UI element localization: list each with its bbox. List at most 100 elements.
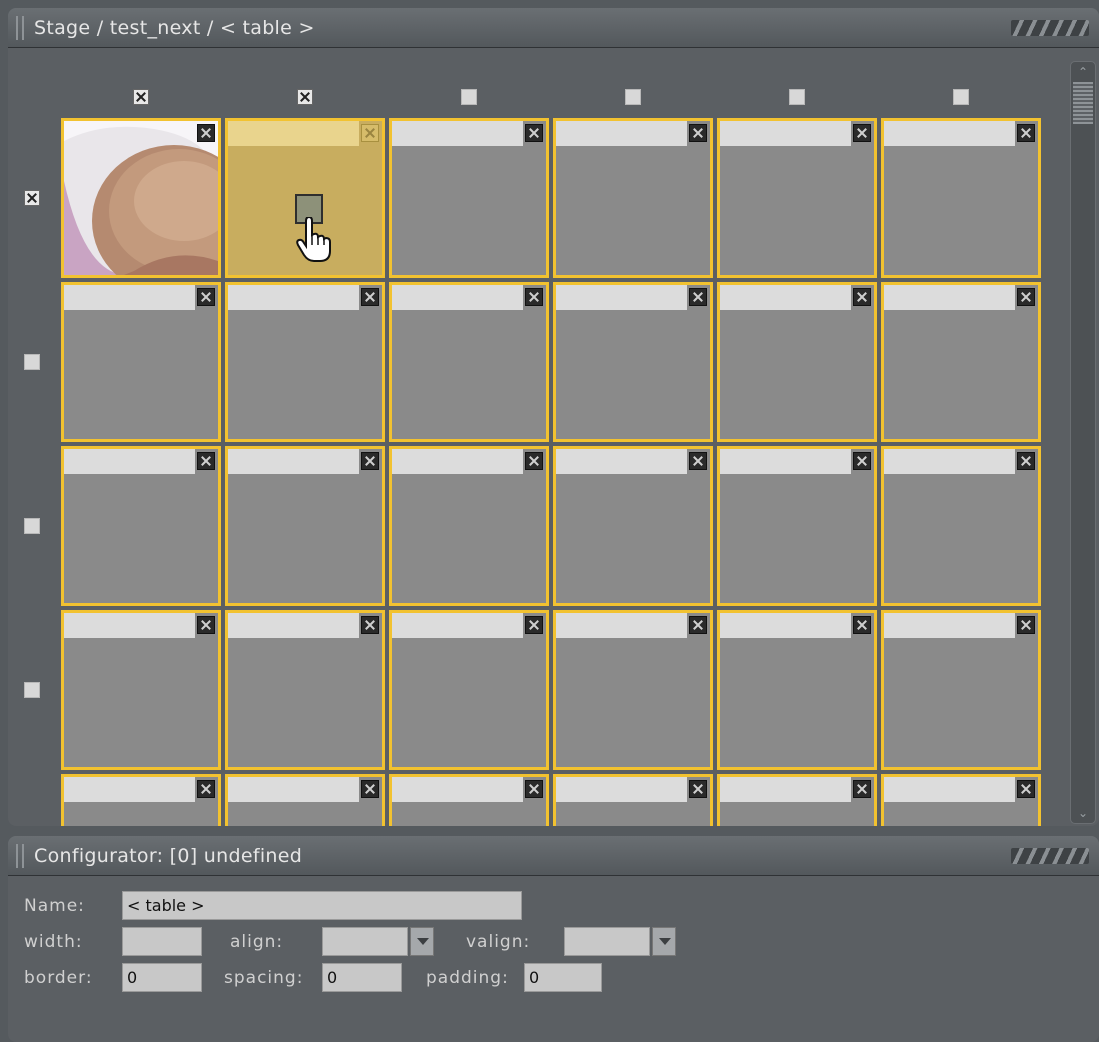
cell-close-icon[interactable] [525,616,543,634]
table-cell[interactable] [389,774,549,826]
cell-close-icon[interactable] [689,124,707,142]
cell-close-icon[interactable] [1017,780,1035,798]
cell-header-bar[interactable] [884,285,1015,310]
cell-close-icon[interactable] [1017,124,1035,142]
cell-close-icon[interactable] [525,452,543,470]
row-select-checkbox[interactable] [24,354,40,370]
column-select-checkbox[interactable] [625,89,641,105]
cell-header-bar[interactable] [392,613,523,638]
table-cell[interactable] [881,610,1041,770]
cell-header-bar[interactable] [556,121,687,146]
cell-close-icon[interactable] [689,452,707,470]
cell-header-bar[interactable] [556,285,687,310]
table-cell[interactable] [225,610,385,770]
cell-header-bar[interactable] [64,285,195,310]
table-cell[interactable] [717,446,877,606]
border-input[interactable]: 0 [122,963,202,992]
cell-close-icon[interactable] [361,780,379,798]
cell-header-bar[interactable] [228,285,359,310]
align-dropdown-arrow-icon[interactable] [410,927,434,956]
cell-close-icon[interactable] [197,452,215,470]
configurator-titlebar[interactable]: Configurator: [0] undefined [8,836,1099,876]
cell-close-icon[interactable] [1017,452,1035,470]
table-cell[interactable] [553,282,713,442]
table-cell[interactable] [717,118,877,278]
table-cell[interactable] [61,446,221,606]
table-cell[interactable] [61,282,221,442]
table-cell[interactable] [881,282,1041,442]
cell-close-icon[interactable] [1017,616,1035,634]
cell-header-bar[interactable] [556,449,687,474]
table-cell-selected[interactable] [225,118,385,278]
cell-header-bar[interactable] [884,449,1015,474]
table-cell[interactable] [225,282,385,442]
column-select-checkbox[interactable] [297,89,313,105]
table-cell[interactable] [553,610,713,770]
width-input[interactable] [122,927,202,956]
cell-header-bar[interactable] [720,613,851,638]
cell-header-bar[interactable] [392,777,523,802]
valign-dropdown-arrow-icon[interactable] [652,927,676,956]
scrollbar-thumb[interactable] [1073,82,1093,124]
table-cell[interactable] [717,774,877,826]
cell-close-icon[interactable] [853,616,871,634]
column-select-checkbox[interactable] [953,89,969,105]
cell-close-icon[interactable] [361,288,379,306]
table-cell[interactable] [61,118,221,278]
vertical-scrollbar[interactable]: ⌃ ⌄ [1070,61,1096,824]
table-cell[interactable] [389,610,549,770]
cell-close-icon[interactable] [853,288,871,306]
cell-close-icon[interactable] [525,124,543,142]
table-cell[interactable] [717,282,877,442]
row-select-checkbox[interactable] [24,190,40,206]
cell-close-icon[interactable] [1017,288,1035,306]
spacing-input[interactable]: 0 [322,963,402,992]
cell-header-bar[interactable] [228,449,359,474]
cell-close-icon[interactable] [525,288,543,306]
table-cell[interactable] [225,774,385,826]
cell-header-bar[interactable] [64,613,195,638]
cell-header-bar[interactable] [884,121,1015,146]
table-cell[interactable] [61,610,221,770]
cell-header-bar[interactable] [720,449,851,474]
cell-header-bar[interactable] [884,613,1015,638]
table-cell[interactable] [881,118,1041,278]
cell-header-bar[interactable] [720,777,851,802]
cell-header-bar[interactable] [392,285,523,310]
table-cell[interactable] [389,446,549,606]
cell-header-bar[interactable] [884,777,1015,802]
table-cell[interactable] [881,774,1041,826]
cell-close-icon[interactable] [361,124,379,142]
cell-header-bar[interactable] [556,613,687,638]
column-select-checkbox[interactable] [133,89,149,105]
cell-close-icon[interactable] [197,124,215,142]
scroll-down-arrow-icon[interactable]: ⌄ [1071,803,1095,823]
table-cell[interactable] [389,118,549,278]
cell-close-icon[interactable] [689,616,707,634]
cell-close-icon[interactable] [689,780,707,798]
table-cell[interactable] [553,118,713,278]
drag-grip-icon[interactable] [16,15,24,40]
table-cell[interactable] [61,774,221,826]
cell-close-icon[interactable] [361,616,379,634]
table-cell[interactable] [553,446,713,606]
padding-input[interactable]: 0 [524,963,602,992]
cell-close-icon[interactable] [361,452,379,470]
table-cell[interactable] [553,774,713,826]
cell-header-bar[interactable] [64,777,195,802]
table-cell[interactable] [717,610,877,770]
cell-header-bar[interactable] [64,449,195,474]
cell-close-icon[interactable] [197,616,215,634]
cell-header-bar[interactable] [228,777,359,802]
row-select-checkbox[interactable] [24,518,40,534]
scroll-up-arrow-icon[interactable]: ⌃ [1071,62,1095,82]
table-cell[interactable] [389,282,549,442]
cell-header-bar[interactable] [720,121,851,146]
cell-close-icon[interactable] [853,124,871,142]
cell-close-icon[interactable] [197,780,215,798]
table-cell[interactable] [881,446,1041,606]
align-select[interactable] [322,927,408,956]
row-select-checkbox[interactable] [24,682,40,698]
cell-header-bar[interactable] [228,613,359,638]
cell-header-bar[interactable] [392,121,523,146]
